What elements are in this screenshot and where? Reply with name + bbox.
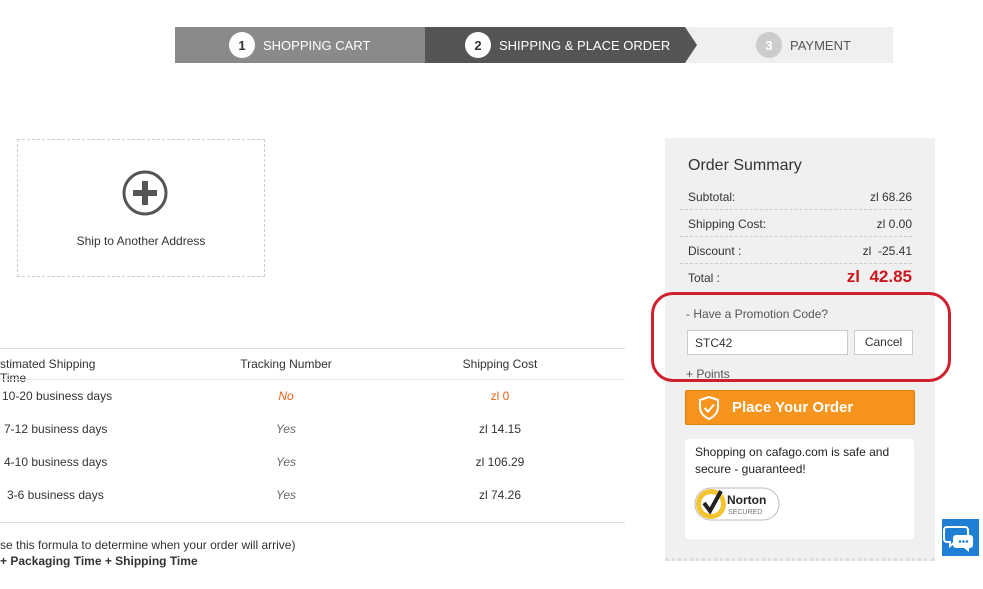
- secure-shopping-box: Shopping on cafago.com is safe and secur…: [685, 439, 914, 539]
- col-header-tracking: Tracking Number: [240, 357, 332, 371]
- shipping-cost-label: Shipping Cost:: [688, 217, 767, 231]
- subtotal-row: Subtotal: zl 68.26: [680, 183, 912, 210]
- step-payment: 3 PAYMENT: [756, 27, 851, 63]
- row-cost: zl 14.15: [478, 422, 522, 436]
- row-time: 10-20 business days: [2, 389, 113, 403]
- step-3-number: 3: [756, 32, 782, 58]
- row-time: 4-10 business days: [4, 455, 108, 469]
- row-tracking: Yes: [275, 422, 296, 436]
- discount-value: zl -25.41: [862, 244, 912, 258]
- plus-circle-icon: [122, 170, 168, 216]
- add-address-card[interactable]: Ship to Another Address: [17, 139, 265, 277]
- highlight-circle: [651, 292, 951, 382]
- shipping-cost-row: Shipping Cost: zl 0.00: [680, 210, 912, 237]
- step-1-number: 1: [229, 32, 255, 58]
- norton-brand-text: Norton: [727, 493, 766, 507]
- total-label: Total :: [688, 271, 721, 285]
- row-time: 3-6 business days: [7, 488, 104, 502]
- live-chat-button[interactable]: [942, 519, 979, 556]
- chat-bubble-icon: [943, 526, 973, 552]
- total-row: Total : zl 42.85: [680, 264, 912, 290]
- shipping-cost-value: zl 0.00: [876, 217, 912, 231]
- place-order-label: Place Your Order: [732, 399, 854, 416]
- step-1-label: SHOPPING CART: [263, 37, 371, 53]
- discount-row: Discount : zl -25.41: [680, 237, 912, 264]
- norton-secured-logo[interactable]: Norton SECURED: [694, 485, 782, 523]
- delivery-formula: + Packaging Time + Shipping Time: [0, 554, 198, 568]
- delivery-formula-note: se this formula to determine when your o…: [0, 538, 296, 552]
- norton-sub-text: SECURED: [728, 509, 762, 516]
- discount-label: Discount :: [688, 244, 742, 258]
- order-summary-title: Order Summary: [688, 157, 802, 174]
- row-tracking: Yes: [275, 455, 296, 469]
- row-cost: zl 74.26: [478, 488, 522, 502]
- step-shipping: 2 SHIPPING & PLACE ORDER: [425, 27, 685, 63]
- table-divider: [0, 379, 625, 380]
- add-address-label: Ship to Another Address: [76, 234, 206, 248]
- col-header-time: stimated Shipping Time: [0, 357, 96, 385]
- step-shopping-cart[interactable]: 1 SHOPPING CART: [175, 27, 425, 63]
- secure-shopping-text: Shopping on cafago.com is safe and secur…: [695, 445, 890, 476]
- step-3-label: PAYMENT: [790, 37, 851, 53]
- total-value: zl 42.85: [846, 267, 912, 286]
- col-header-cost: Shipping Cost: [462, 357, 538, 371]
- shield-check-icon: [699, 395, 719, 420]
- step-2-number: 2: [465, 32, 491, 58]
- row-cost: zl 106.29: [475, 455, 525, 469]
- row-tracking: No: [278, 389, 294, 403]
- table-divider: [0, 522, 625, 523]
- subtotal-label: Subtotal:: [688, 190, 736, 204]
- checkout-steps: 1 SHOPPING CART 2 SHIPPING & PLACE ORDER…: [175, 27, 893, 63]
- row-tracking: Yes: [275, 488, 296, 502]
- table-divider: [0, 348, 625, 349]
- row-time: 7-12 business days: [4, 422, 108, 436]
- place-order-button[interactable]: Place Your Order: [685, 390, 915, 425]
- step-2-label: SHIPPING & PLACE ORDER: [499, 37, 671, 53]
- subtotal-value: zl 68.26: [869, 190, 912, 204]
- step-arrow: [685, 27, 697, 63]
- row-cost: zl 0: [490, 389, 510, 403]
